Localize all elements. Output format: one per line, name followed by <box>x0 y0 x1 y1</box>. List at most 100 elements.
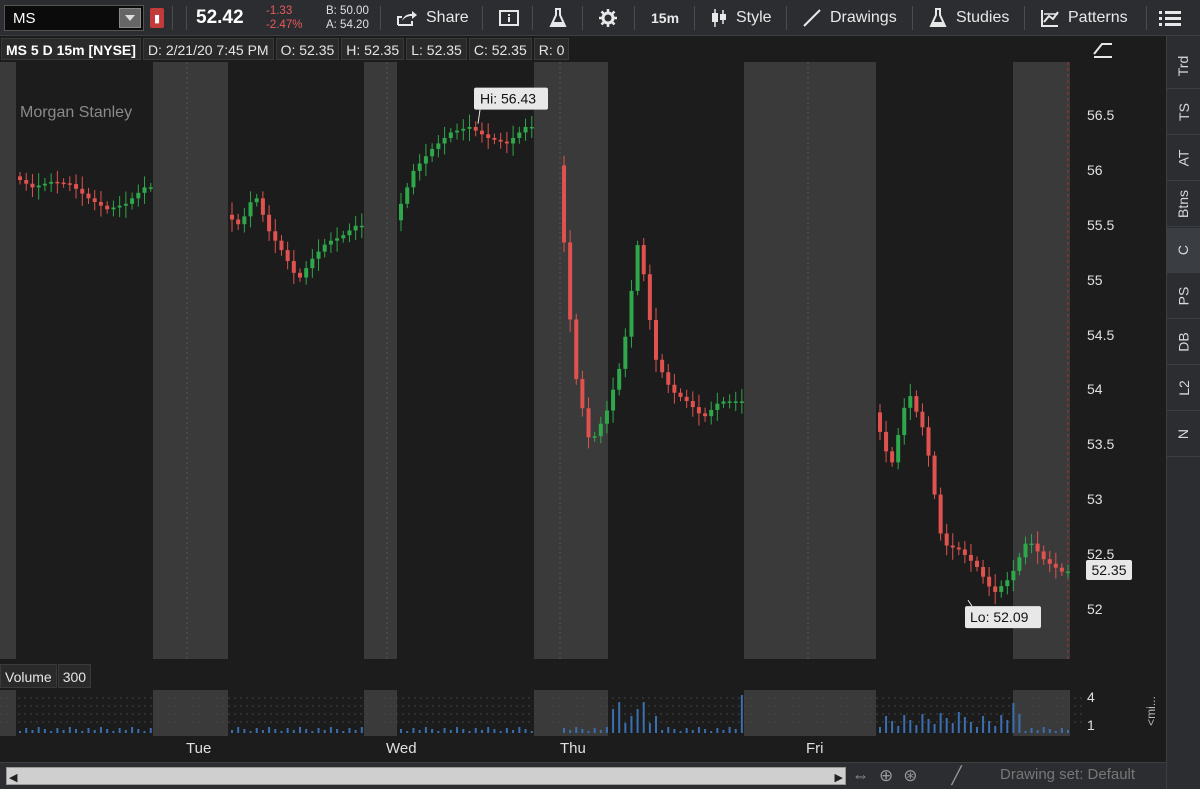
sidebar-tab-n[interactable]: N <box>1167 412 1200 457</box>
current-price-tag: 52.35 <box>1086 560 1132 580</box>
volume-bar <box>468 731 471 733</box>
pencil-icon[interactable]: ╱ <box>952 766 962 786</box>
extended-hours-shade <box>0 62 16 659</box>
price-chart[interactable]: Morgan Stanley Hi: 56.43 Lo: 52.09 <box>0 62 1082 659</box>
scroll-right-arrow-icon[interactable]: ▶ <box>835 771 843 784</box>
candle-body <box>148 187 153 189</box>
volume-bar <box>921 714 924 733</box>
symbol-input[interactable]: MS <box>4 5 144 31</box>
drawings-button[interactable]: Drawings <box>802 0 897 36</box>
volume-bar <box>740 695 743 733</box>
volume-bar <box>93 730 96 733</box>
volume-bar <box>62 730 65 733</box>
scroll-left-arrow-icon[interactable]: ◀ <box>9 771 17 784</box>
studies-button[interactable]: Studies <box>928 0 1009 36</box>
zoom-icon[interactable]: ⊛ <box>903 766 917 786</box>
sidebar-tab-btns[interactable]: Btns <box>1167 182 1200 227</box>
candle-body <box>1023 543 1028 558</box>
candle-body <box>715 403 720 410</box>
volume-bar <box>431 729 434 733</box>
chart-title[interactable]: MS 5 D 15m [NYSE] <box>1 38 141 60</box>
volume-bar <box>137 729 140 733</box>
time-axis-label: Thu <box>560 740 586 757</box>
style-button[interactable]: Style <box>710 0 772 36</box>
candle-body <box>279 240 284 251</box>
volume-bar <box>927 719 930 733</box>
volume-bar <box>1000 715 1003 733</box>
bar-date: D: 2/21/20 7:45 PM <box>142 38 274 60</box>
sidebar-tab-trd[interactable]: Trd <box>1167 44 1200 89</box>
collapse-panel-tab[interactable]: <mi... <box>1143 690 1164 735</box>
volume-bar <box>412 728 415 733</box>
candle-body <box>322 244 327 252</box>
divider <box>912 6 913 30</box>
sidebar-tab-label: PS <box>1175 286 1192 306</box>
product-info-button[interactable] <box>498 0 520 36</box>
right-sidebar: Trd TS AT Btns C PS DB L2 N <box>1166 36 1200 789</box>
candle-body <box>987 576 992 587</box>
volume-bar <box>722 730 725 733</box>
candle-body <box>908 396 913 408</box>
sidebar-tab-at[interactable]: AT <box>1167 136 1200 181</box>
candle-body <box>944 533 949 546</box>
sidebar-tab-l2[interactable]: L2 <box>1167 366 1200 411</box>
volume-bar <box>605 727 608 733</box>
volume-bar <box>124 730 127 733</box>
alert-icon[interactable]: ▮ <box>150 8 164 28</box>
price-tick-label: 56 <box>1087 161 1103 178</box>
candle-body <box>448 132 453 138</box>
style-label: Style <box>736 9 772 26</box>
sidebar-tab-db[interactable]: DB <box>1167 320 1200 365</box>
candle-body <box>1035 543 1040 552</box>
volume-bar <box>243 729 246 733</box>
price-tick-label: 54 <box>1087 381 1103 398</box>
volume-bar <box>112 731 115 733</box>
lab-button[interactable] <box>548 0 568 36</box>
sidebar-tab-ps[interactable]: PS <box>1167 274 1200 319</box>
candle-body <box>926 427 931 456</box>
volume-bar <box>237 727 240 733</box>
candle-body <box>111 207 116 210</box>
volume-bar <box>418 730 421 733</box>
volume-chart[interactable] <box>0 690 1082 736</box>
patterns-button[interactable]: Patterns <box>1040 0 1128 36</box>
divider <box>1146 6 1147 30</box>
candle-body <box>92 198 97 202</box>
settings-button[interactable] <box>598 0 618 36</box>
volume-bar <box>99 727 102 733</box>
expand-arrows-icon[interactable]: ⇔ <box>852 766 869 786</box>
studies-label: Studies <box>956 9 1010 26</box>
volume-bar <box>648 723 651 733</box>
scroll-track[interactable]: ◀ ▶ <box>6 767 846 785</box>
extended-hours-shade <box>534 62 608 659</box>
candle-body <box>417 163 422 171</box>
crosshair-icon[interactable]: ⊕ <box>879 766 893 786</box>
candle-body <box>678 392 683 397</box>
volume-bar <box>618 702 621 733</box>
high-marker-label: Hi: 56.43 <box>480 91 536 107</box>
drawing-set-label[interactable]: Drawing set: Default <box>1000 766 1135 783</box>
volume-bar <box>891 721 894 733</box>
volume-bar <box>734 729 737 733</box>
menu-button[interactable] <box>1158 0 1182 36</box>
drawing-tool-icon[interactable] <box>1092 39 1114 59</box>
candle-body <box>42 183 47 186</box>
share-button[interactable]: Share <box>396 0 469 36</box>
sidebar-tab-ts[interactable]: TS <box>1167 90 1200 135</box>
collapse-label: <mi... <box>1143 696 1158 726</box>
volume-label[interactable]: Volume <box>0 664 57 688</box>
extended-hours-shade <box>364 690 397 736</box>
bid-value: B: 50.00 <box>326 5 369 17</box>
timeframe-button[interactable]: 15m <box>651 0 679 36</box>
candle-body <box>74 184 79 189</box>
symbol-dropdown-button[interactable] <box>119 8 141 28</box>
volume-bar <box>336 729 339 733</box>
candle-body <box>672 384 677 393</box>
volume-bar <box>530 731 533 733</box>
bid-ask: B: 50.00 A: 54.20 <box>326 0 369 36</box>
sidebar-tab-c[interactable]: C <box>1167 228 1200 273</box>
volume-bar <box>1006 720 1009 733</box>
candle-body <box>130 198 135 204</box>
volume-bar <box>909 720 912 733</box>
candle-body <box>328 240 333 245</box>
